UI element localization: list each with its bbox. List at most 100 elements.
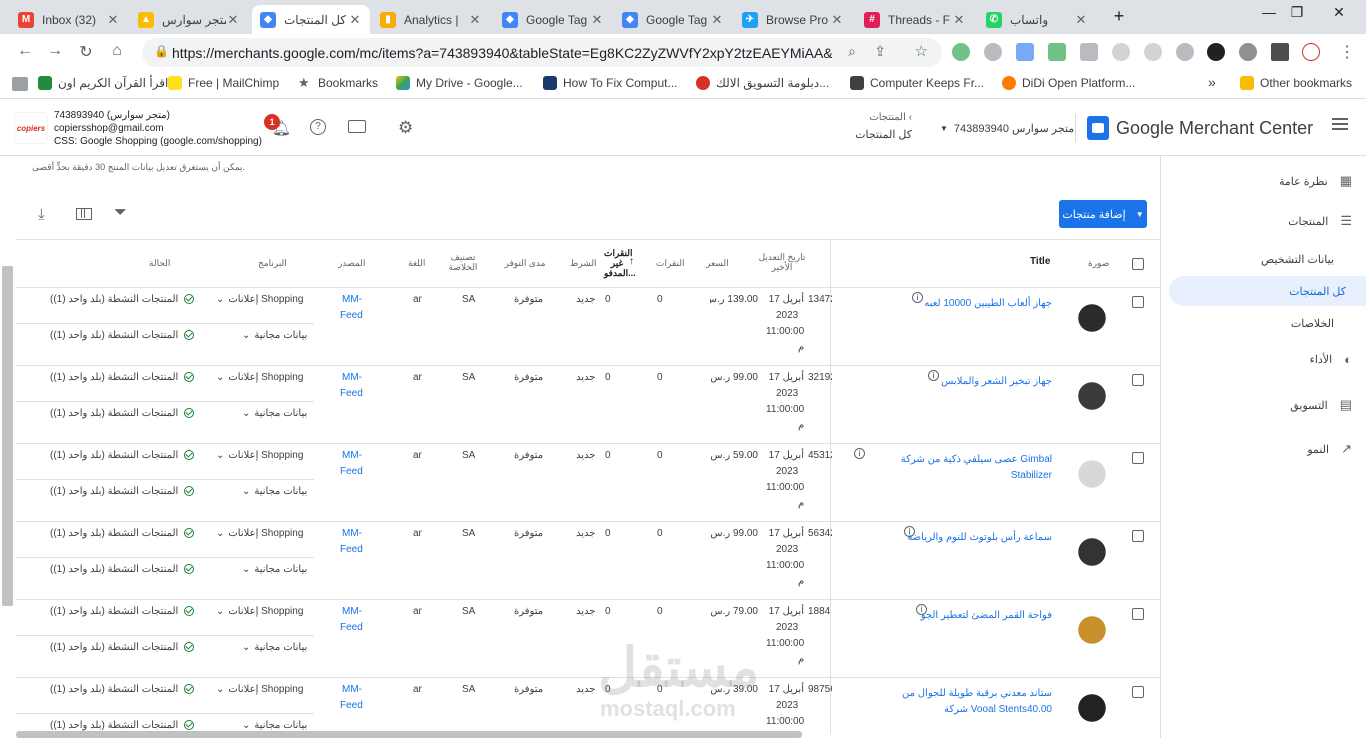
close-tab-icon[interactable]: ✕ (952, 12, 966, 28)
share-icon[interactable]: ⇪ (874, 43, 886, 60)
profile-avatar[interactable] (1302, 43, 1320, 61)
close-tab-icon[interactable]: ✕ (710, 12, 724, 28)
bookmark-star-icon[interactable]: ☆ (915, 42, 928, 60)
forward-icon[interactable]: → (44, 42, 66, 60)
source-link[interactable]: Feed (340, 622, 363, 633)
program-free-listings[interactable]: ⌄ بيانات مجانية (242, 330, 307, 341)
source-link[interactable]: Feed (340, 310, 363, 321)
table-row[interactable]: جهاز تبخير الشعر والملابسi 32192 17 أبريل 2… (16, 366, 1160, 444)
bookmark-item[interactable]: How To Fix Comput... (543, 76, 677, 90)
column-header-updated[interactable]: تاريخ التعديل الأخير (758, 252, 806, 272)
product-title[interactable]: فواحة القمر المضئ لتعطير الجو (882, 608, 1052, 624)
info-icon[interactable]: i (904, 526, 915, 537)
bookmark-item[interactable]: Free | MailChimp (168, 76, 279, 90)
close-window-icon[interactable]: ✕ (1324, 4, 1354, 21)
browser-tab[interactable]: ◆ Google Tag ✕ (614, 5, 732, 34)
browser-tab[interactable]: ▮ Analytics | ✕ (372, 5, 490, 34)
column-header-image[interactable]: صورة (1088, 258, 1109, 268)
extension-icon[interactable] (1016, 43, 1034, 61)
program-free-listings[interactable]: ⌄ بيانات مجانية (242, 564, 307, 575)
column-header-status[interactable]: الحالة (149, 258, 170, 268)
column-header-free-clicks[interactable]: النقرات غير المدفو... (604, 248, 636, 278)
close-tab-icon[interactable]: ✕ (590, 12, 604, 28)
column-header-condition[interactable]: الشرط (570, 258, 597, 268)
table-row[interactable]: عصى سيلفي ذكية من شركة Gimbal Stabilizer… (16, 444, 1160, 522)
extension-icon[interactable] (1112, 43, 1130, 61)
row-checkbox[interactable] (1132, 608, 1144, 620)
source-link[interactable]: Feed (340, 388, 363, 399)
help-icon[interactable]: ? (310, 119, 326, 135)
sort-arrow-up-icon[interactable]: ↑ (629, 256, 634, 267)
column-header-price[interactable]: السعر (706, 258, 729, 268)
chevron-down-icon[interactable]: ⌄ (242, 720, 250, 731)
info-icon[interactable]: i (912, 292, 923, 303)
extension-threads-icon[interactable] (1207, 43, 1225, 61)
program-shopping-ads[interactable]: ⌄ إعلانات Shopping (216, 606, 303, 617)
nav-feeds[interactable]: الخلاصات (1291, 308, 1334, 338)
source-link[interactable]: Feed (340, 544, 363, 555)
row-checkbox[interactable] (1132, 686, 1144, 698)
source-link[interactable]: Feed (340, 700, 363, 711)
program-shopping-ads[interactable]: ⌄ إعلانات Shopping (216, 372, 303, 383)
browser-tab[interactable]: M Inbox (32) ✕ (10, 5, 128, 34)
chevron-down-icon[interactable]: ⌄ (216, 606, 224, 617)
download-icon[interactable]: ⤓ (38, 206, 45, 223)
extension-shield-icon[interactable] (1176, 43, 1194, 61)
nav-diagnostics[interactable]: بيانات التشخيص (1261, 244, 1334, 274)
product-title[interactable]: ستاند معدني برقبة طويلة للجوال من شركة V… (882, 686, 1052, 718)
apps-grid-icon[interactable] (12, 77, 28, 91)
url-field[interactable]: 🔒 https://merchants.google.com/mc/items?… (142, 38, 942, 67)
row-checkbox[interactable] (1132, 374, 1144, 386)
program-free-listings[interactable]: ⌄ بيانات مجانية (242, 408, 307, 419)
select-all-checkbox[interactable] (1132, 258, 1144, 270)
table-row[interactable]: فواحة القمر المضئ لتعطير الجو i 1884 17 أبر… (16, 600, 1160, 678)
info-icon[interactable]: i (916, 604, 927, 615)
main-menu-icon[interactable] (1332, 118, 1348, 130)
chevron-down-icon[interactable]: ⌄ (216, 684, 224, 695)
nav-growth[interactable]: النمو ↗ (1307, 434, 1352, 464)
product-title[interactable]: عصى سيلفي ذكية من شركة Gimbal Stabilizer (882, 452, 1052, 484)
bookmark-item[interactable]: Computer Keeps Fr... (850, 76, 984, 90)
row-checkbox[interactable] (1132, 452, 1144, 464)
source-link[interactable]: Feed (340, 466, 363, 477)
extension-code-icon[interactable] (1080, 43, 1098, 61)
column-header-clicks[interactable]: النقرات (656, 258, 684, 268)
table-row[interactable]: سماعة رأس بلوتوث للنوم والرياضةi5634217 … (16, 522, 1160, 600)
program-free-listings[interactable]: ⌄ بيانات مجانية (242, 486, 307, 497)
source-link[interactable]: MM- (342, 684, 362, 695)
close-tab-icon[interactable]: ✕ (1074, 12, 1088, 28)
bookmark-item[interactable]: اقرأ القرآن الكريم اون... (38, 76, 178, 90)
browser-tab[interactable]: ✆ واتساب ✕ (978, 5, 1096, 34)
table-row[interactable]: ستاند معدني برقبة طويلة للجوال من شركة V… (16, 678, 1160, 734)
mail-icon[interactable] (348, 120, 366, 133)
back-icon[interactable]: ← (14, 42, 36, 60)
table-row[interactable]: جهاز ألعاب الطيبين 10000 لعبهi 13472 17 أب… (16, 288, 1160, 366)
more-bookmarks-icon[interactable]: » (1208, 74, 1216, 90)
browser-menu-icon[interactable]: ⋮ (1336, 42, 1358, 62)
extension-icon[interactable] (984, 43, 1002, 61)
bookmark-item[interactable]: DiDi Open Platform... (1002, 76, 1135, 90)
source-link[interactable]: MM- (342, 606, 362, 617)
column-header-feed-label[interactable]: تصنيف الخلاصة (446, 252, 480, 272)
minimize-icon[interactable]: — (1254, 4, 1284, 20)
product-title[interactable]: جهاز ألعاب الطيبين 10000 لعبه (882, 296, 1052, 312)
add-products-button[interactable]: إضافة منتجات ▼ (1059, 200, 1147, 228)
info-icon[interactable]: i (854, 448, 865, 459)
browser-tab[interactable]: ✈ Browse Pro ✕ (734, 5, 852, 34)
breadcrumb[interactable]: المنتجات ‹ (860, 112, 912, 123)
extension-recycle-icon[interactable] (952, 43, 970, 61)
source-link[interactable]: MM- (342, 372, 362, 383)
horizontal-scrollbar[interactable] (16, 731, 802, 738)
program-free-listings[interactable]: ⌄ بيانات مجانية (242, 642, 307, 653)
home-icon[interactable]: ⌂ (106, 42, 128, 60)
chevron-down-icon[interactable]: ⌄ (216, 528, 224, 539)
account-selector[interactable]: ▼ متجر سوارس 743893940 (940, 122, 1074, 135)
info-icon[interactable]: i (928, 370, 939, 381)
extension-icon[interactable] (1048, 43, 1066, 61)
column-header-source[interactable]: المصدر (338, 258, 365, 268)
close-tab-icon[interactable]: ✕ (468, 12, 482, 28)
chevron-down-icon[interactable]: ⌄ (242, 486, 250, 497)
column-header-language[interactable]: اللغة (408, 258, 425, 268)
new-tab-button[interactable]: + (1104, 6, 1134, 27)
settings-gear-icon[interactable]: ⚙ (398, 118, 413, 138)
